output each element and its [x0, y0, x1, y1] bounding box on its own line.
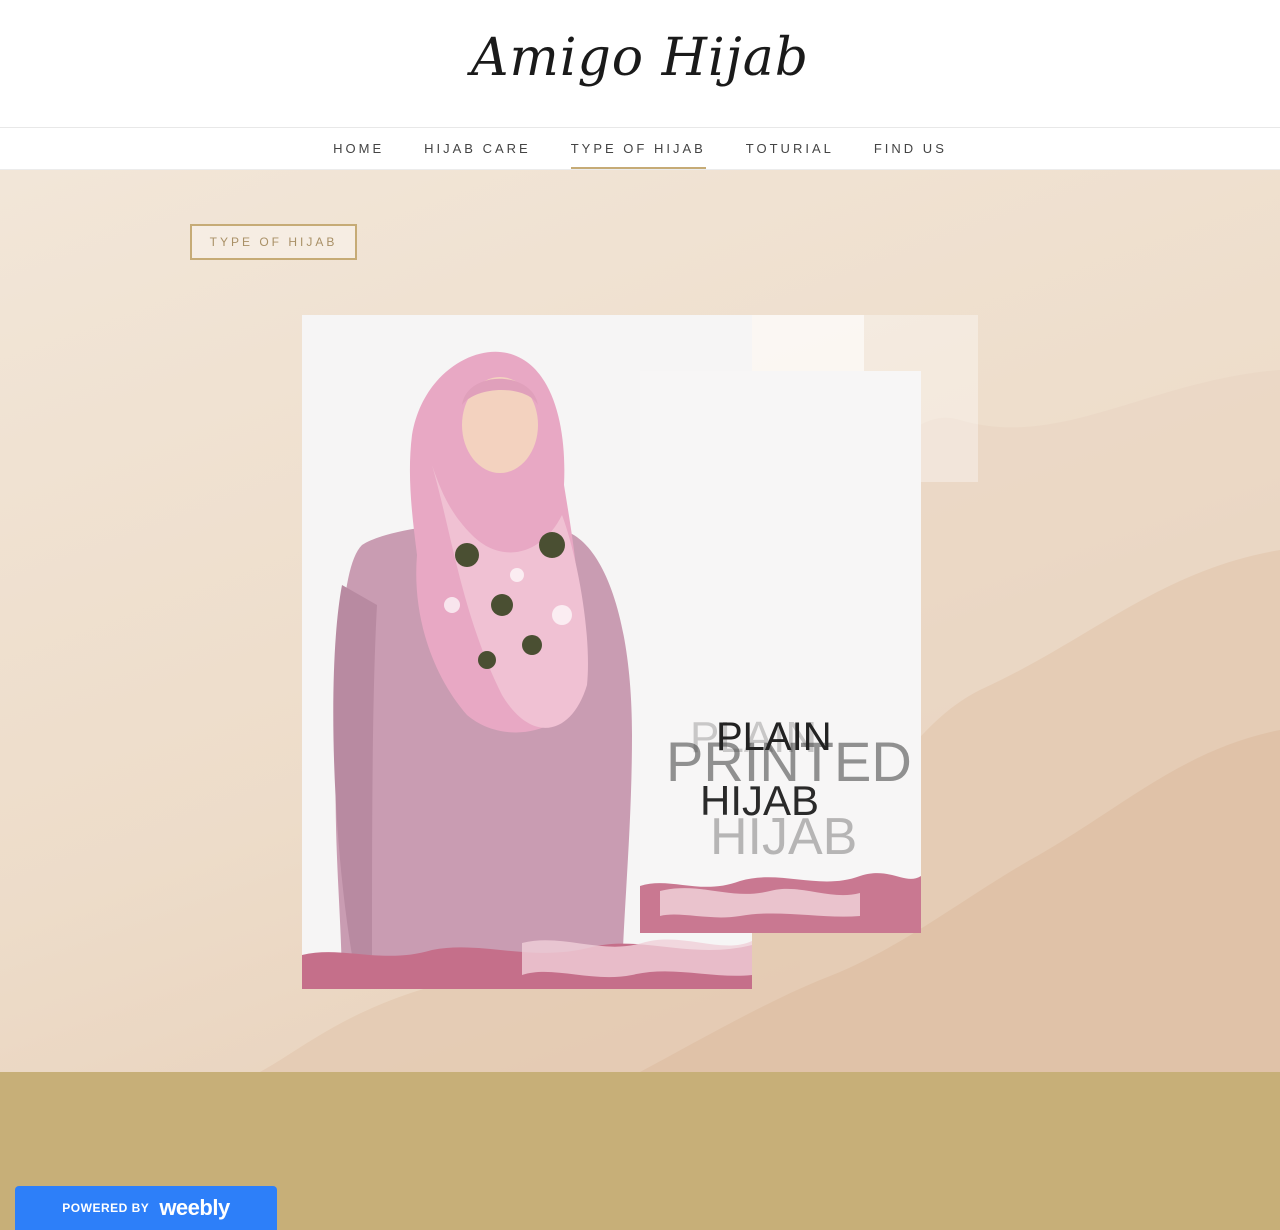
nav-item-hijab-care[interactable]: HIJAB CARE — [404, 128, 551, 169]
nav-item-find-us[interactable]: FIND US — [854, 128, 967, 169]
site-logo[interactable]: Amigo Hijab — [0, 28, 1280, 88]
hijab-type-card[interactable]: PLAIN PRINTED PLAIN HIJAB HIJAB — [640, 371, 921, 933]
weebly-logo: weebly — [159, 1195, 230, 1220]
powered-by-weebly-badge[interactable]: POWERED BY weebly — [15, 1186, 277, 1230]
nav-item-type-of-hijab[interactable]: TYPE OF HIJAB — [551, 128, 726, 169]
nav-item-home[interactable]: HOME — [313, 128, 404, 169]
overlay-plain: PLAIN — [716, 715, 832, 759]
collage-mid-card — [752, 315, 864, 371]
powered-by-label: POWERED BY — [62, 1201, 150, 1215]
site-header: Amigo Hijab — [0, 0, 1280, 128]
section-tag: TYPE OF HIJAB — [190, 224, 357, 260]
nav-item-toturial[interactable]: TOTURIAL — [726, 128, 854, 169]
overlay-hijab-2: HIJAB — [710, 808, 858, 866]
main-nav: HOME HIJAB CARE TYPE OF HIJAB TOTURIAL F… — [0, 128, 1280, 170]
hero-section: TYPE OF HIJAB PLAIN PRINTED PLAIN HIJAB … — [0, 170, 1280, 1072]
